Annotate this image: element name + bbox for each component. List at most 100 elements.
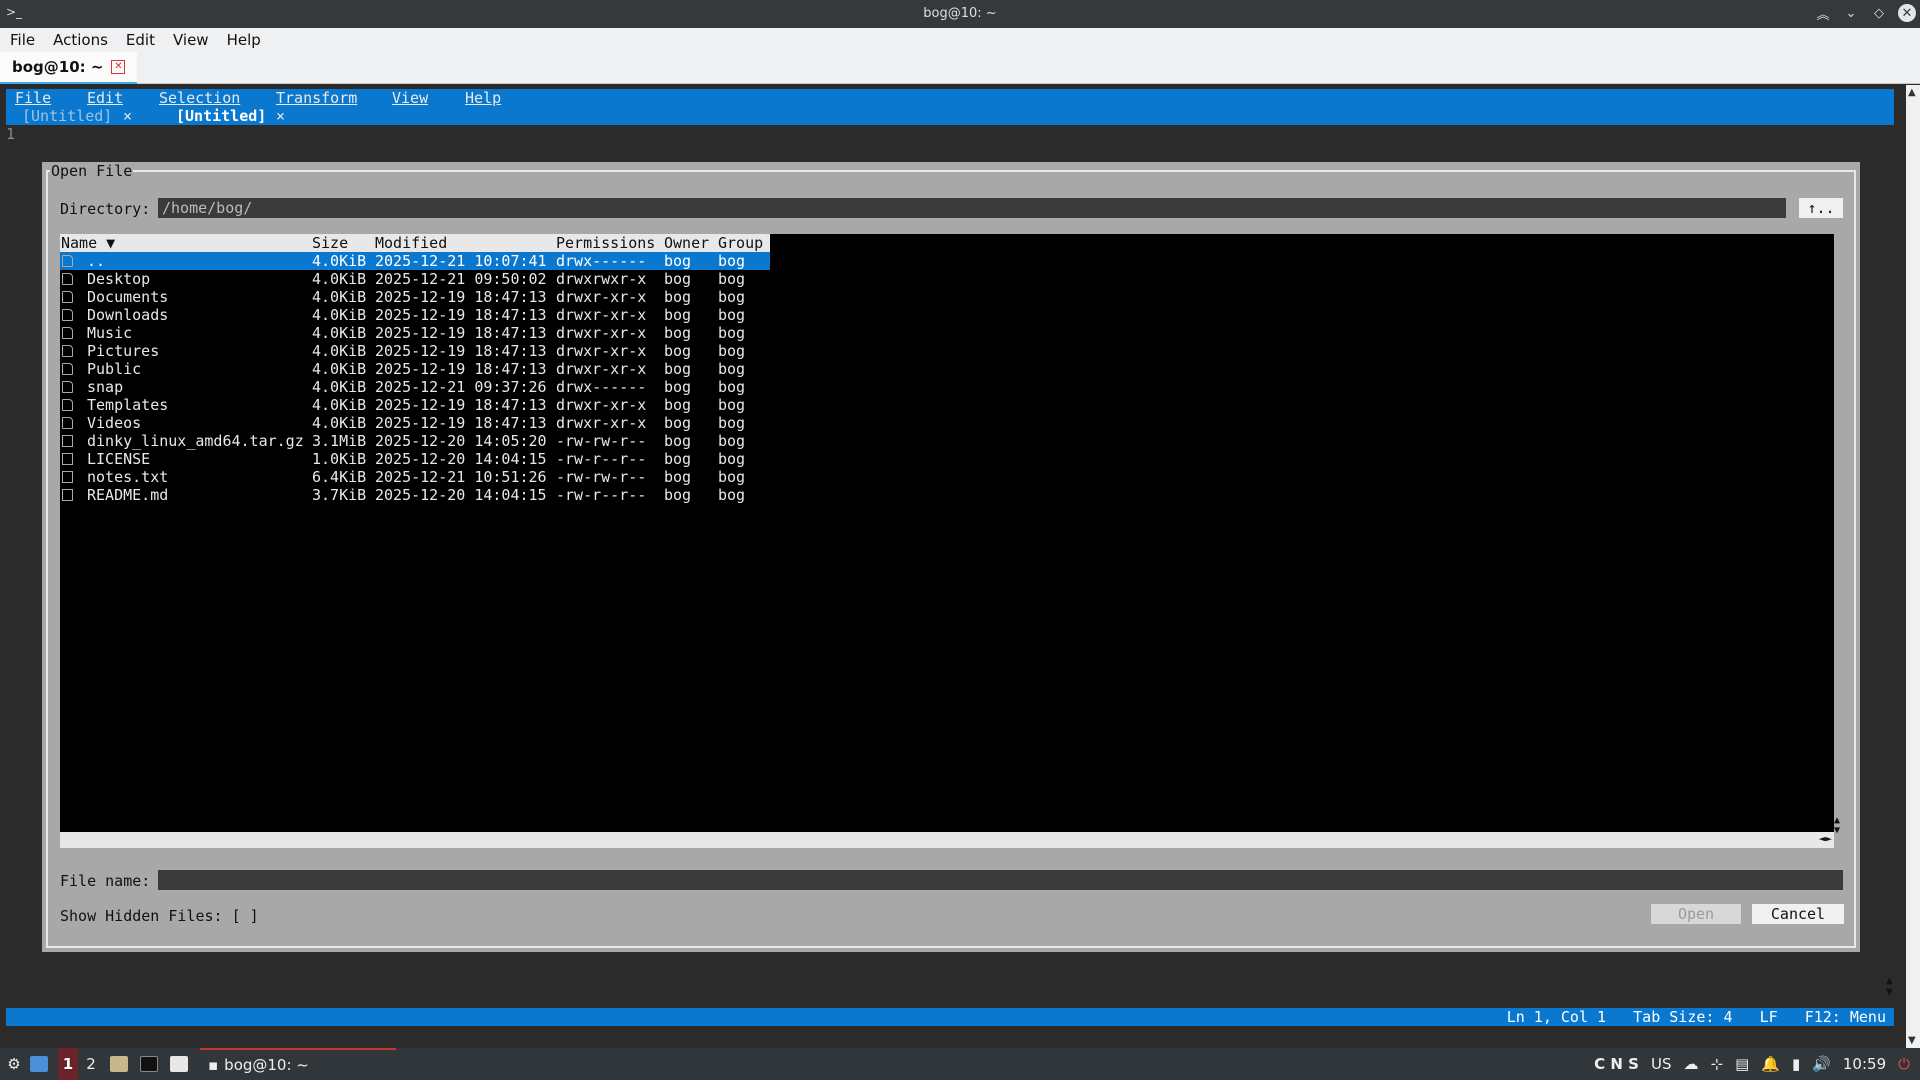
file-group: bog — [718, 378, 746, 396]
file-size: 4.0KiB — [312, 414, 367, 432]
file-list[interactable]: Name ▼ Size Modified Permissions Owner G… — [60, 234, 1834, 832]
notifications-icon[interactable]: 🔔 — [1761, 1055, 1780, 1073]
power-icon[interactable]: ⏻ — [1898, 1055, 1910, 1073]
file-modified: 2025-12-21 10:51:26 — [375, 468, 547, 486]
file-row[interactable]: snap 4.0KiB 2025-12-21 09:37:26 drwx------ b… — [60, 378, 770, 396]
terminal-tab[interactable]: bog@10: ~ ✕ — [0, 52, 138, 84]
app-launcher-icon[interactable]: ⚙ — [4, 1048, 24, 1080]
terminal-scrollbar[interactable]: ▲ ▼ — [1906, 85, 1920, 1048]
terminal-window-icon: ▪ — [208, 1056, 219, 1074]
menu-view[interactable]: View — [173, 31, 209, 49]
file-row[interactable]: README.md 3.7KiB 2025-12-20 14:04:15 -rw-r-… — [60, 486, 770, 504]
terminal-scroll-arrows[interactable]: ▲ ▼ — [1886, 975, 1893, 997]
file-row[interactable]: dinky_linux_amd64.tar.gz 3.1MiB 2025-12-20… — [60, 432, 770, 450]
terminal-area[interactable]: File Edit Selection Transform View Help … — [0, 85, 1906, 1048]
file-permissions: -rw-rw-r-- — [556, 468, 647, 486]
file-owner: bog — [664, 342, 692, 360]
cloud-icon[interactable]: ☁ — [1683, 1055, 1698, 1073]
file-modified: 2025-12-20 14:05:20 — [375, 432, 547, 450]
file-group: bog — [718, 360, 746, 378]
editor-tab-2[interactable]: [Untitled] — [176, 107, 266, 125]
volume-icon[interactable]: 🔊 — [1812, 1055, 1831, 1073]
clock[interactable]: 10:59 — [1843, 1055, 1886, 1073]
scroll-down-icon[interactable]: ▼ — [1908, 1035, 1916, 1046]
menu-actions[interactable]: Actions — [53, 31, 108, 49]
battery-icon[interactable]: ▮ — [1792, 1055, 1800, 1073]
column-modified[interactable]: Modified — [375, 234, 447, 252]
column-group[interactable]: Group — [718, 234, 763, 252]
editor-menu-edit[interactable]: Edit — [87, 89, 123, 107]
file-group: bog — [718, 342, 746, 360]
cancel-button[interactable]: Cancel — [1752, 904, 1844, 924]
open-button[interactable]: Open — [1651, 904, 1741, 924]
file-permissions: drwxr-xr-x — [556, 414, 647, 432]
scroll-up-icon[interactable]: ▲ — [1908, 87, 1916, 98]
file-row[interactable]: notes.txt 6.4KiB 2025-12-21 10:51:26 -rw-rw… — [60, 468, 770, 486]
text-editor-launcher-icon[interactable] — [170, 1048, 188, 1080]
editor-menu-transform[interactable]: Transform — [276, 89, 357, 107]
file-row[interactable]: Videos 4.0KiB 2025-12-19 18:47:13 drwxr-xr-… — [60, 414, 770, 432]
file-modified: 2025-12-19 18:47:13 — [375, 396, 547, 414]
file-size: 4.0KiB — [312, 360, 367, 378]
column-permissions[interactable]: Permissions — [556, 234, 655, 252]
keyboard-layout-indicator[interactable]: US — [1651, 1055, 1672, 1073]
show-desktop-icon[interactable] — [30, 1048, 48, 1080]
list-scroll-arrows[interactable]: ▲ ▼ — [1834, 816, 1840, 836]
column-size[interactable]: Size — [312, 234, 348, 252]
file-group: bog — [718, 468, 746, 486]
terminal-launcher-icon[interactable] — [140, 1048, 158, 1080]
menu-file[interactable]: File — [10, 31, 35, 49]
file-size: 4.0KiB — [312, 378, 367, 396]
file-manager-icon[interactable] — [110, 1048, 128, 1080]
editor-menu-selection[interactable]: Selection — [159, 89, 240, 107]
hscroll-arrows-icon[interactable]: ◄► — [1819, 832, 1832, 845]
file-owner: bog — [664, 306, 692, 324]
taskbar-window-terminal[interactable]: ▪ bog@10: ~ — [200, 1048, 396, 1080]
file-row[interactable]: Downloads 4.0KiB 2025-12-19 18:47:13 drwxr-… — [60, 306, 770, 324]
column-owner[interactable]: Owner — [664, 234, 709, 252]
editor-menu-help[interactable]: Help — [465, 89, 501, 107]
network-icon[interactable]: ⊹ — [1710, 1055, 1723, 1073]
file-row[interactable]: Pictures 4.0KiB 2025-12-19 18:47:13 drwxr-x… — [60, 342, 770, 360]
menu-edit[interactable]: Edit — [126, 31, 155, 49]
file-modified: 2025-12-19 18:47:13 — [375, 360, 547, 378]
editor-menu-file[interactable]: File — [15, 89, 51, 107]
file-row[interactable]: .. 4.0KiB 2025-12-21 10:07:41 drwx------ bog… — [60, 252, 770, 270]
maximize-icon[interactable]: ◇ — [1870, 4, 1888, 22]
folder-icon — [62, 381, 73, 393]
file-row[interactable]: Desktop 4.0KiB 2025-12-21 09:50:02 drwxrwxr… — [60, 270, 770, 288]
parent-directory-button[interactable]: ↑.. — [1799, 198, 1843, 218]
editor-menu-view[interactable]: View — [392, 89, 428, 107]
file-row[interactable]: Public 4.0KiB 2025-12-19 18:47:13 drwxr-xr-… — [60, 360, 770, 378]
file-name: Templates — [87, 396, 169, 414]
file-row[interactable]: Templates 4.0KiB 2025-12-19 18:47:13 drwxr-… — [60, 396, 770, 414]
editor-tab-1-close-icon[interactable]: × — [123, 107, 132, 125]
column-name[interactable]: Name ▼ — [61, 234, 115, 252]
workspace-1[interactable]: 1 — [58, 1048, 78, 1080]
file-modified: 2025-12-20 14:04:15 — [375, 486, 547, 504]
editor-tabbar: [Untitled] × [Untitled] × — [6, 107, 1894, 125]
file-owner: bog — [664, 378, 692, 396]
file-row[interactable]: LICENSE 1.0KiB 2025-12-20 14:04:15 -rw-r--r… — [60, 450, 770, 468]
directory-input[interactable]: /home/bog/ — [158, 198, 1786, 218]
file-row[interactable]: Documents 4.0KiB 2025-12-19 18:47:13 drwxr-… — [60, 288, 770, 306]
file-row[interactable]: Music 4.0KiB 2025-12-19 18:47:13 drwxr-xr-x… — [60, 324, 770, 342]
close-icon[interactable]: ✕ — [1898, 4, 1916, 22]
file-permissions: drwx------ — [556, 378, 647, 396]
file-permissions: drwxr-xr-x — [556, 306, 647, 324]
file-list-hscrollbar[interactable]: ◄► — [60, 832, 1834, 848]
window-titlebar: >_ bog@10: ~ ︽ ⌄ ◇ ✕ — [0, 0, 1920, 28]
editor-tab-2-close-icon[interactable]: × — [276, 107, 285, 125]
workspace-2[interactable]: 2 — [84, 1048, 98, 1080]
tab-close-icon[interactable]: ✕ — [111, 60, 126, 74]
show-hidden-files-checkbox[interactable]: Show Hidden Files: [ ] — [60, 907, 259, 925]
file-name: Videos — [87, 414, 142, 432]
menu-help[interactable]: Help — [227, 31, 261, 49]
clipboard-icon[interactable]: ▤ — [1735, 1055, 1749, 1073]
window-title: bog@10: ~ — [923, 6, 997, 21]
file-name-input[interactable] — [158, 870, 1843, 890]
keep-above-icon[interactable]: ︽ — [1814, 4, 1832, 23]
minimize-icon[interactable]: ⌄ — [1842, 4, 1860, 22]
editor-tab-1[interactable]: [Untitled] — [22, 107, 112, 125]
line-number: 1 — [6, 125, 16, 143]
